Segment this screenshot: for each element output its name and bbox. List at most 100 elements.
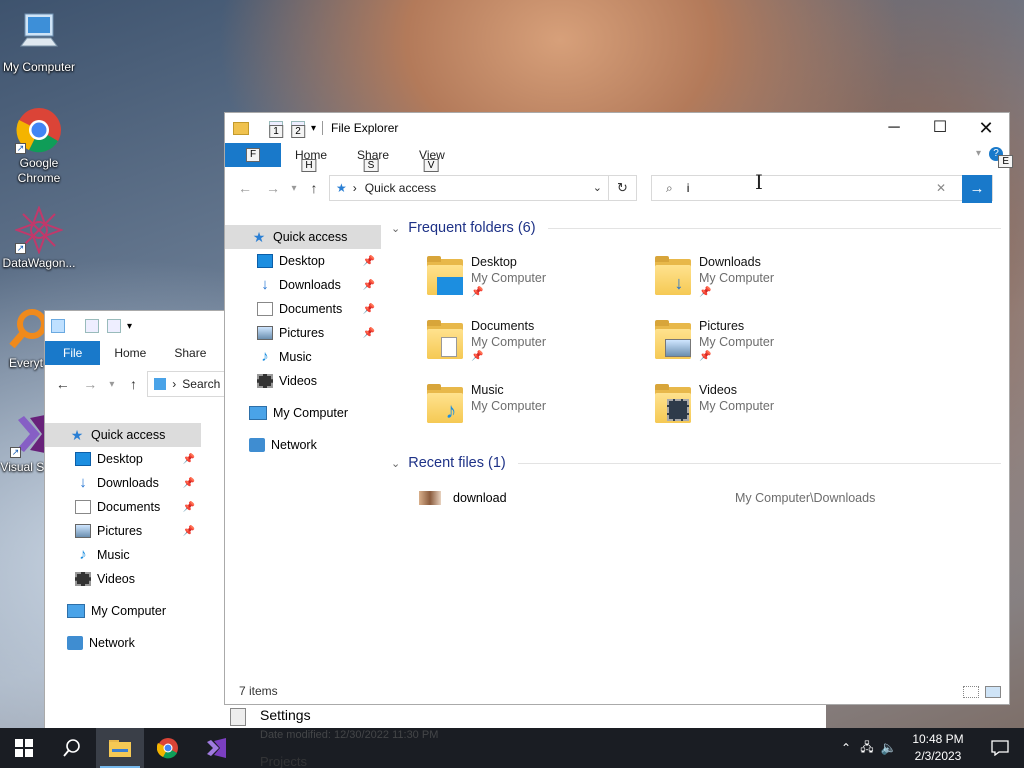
folder-tile-documents[interactable]: Documents My Computer 📌 [425,319,651,375]
nav-downloads[interactable]: ↓ Downloads 📌 [225,273,381,297]
nav-downloads[interactable]: ↓ Downloads 📌 [45,471,201,495]
address-bar[interactable]: ★ › Quick access ⌄ [329,175,609,201]
maximize-button[interactable]: ☐ [917,113,963,143]
frequent-folders-header[interactable]: ⌄ Frequent folders (6) [391,220,1001,236]
search-input[interactable]: i [687,181,690,195]
downloads-icon: ↓ [261,276,269,293]
expand-ribbon-chevron-icon[interactable]: ▾ [976,148,981,159]
recent-file-row[interactable]: download My Computer\Downloads [419,489,989,509]
nav-my-computer[interactable]: My Computer [225,401,381,425]
background-explorer-window[interactable]: ▾ File Home Share ← → ▾ ↑ › Search ★ Qui… [44,310,227,730]
up-arrow-icon[interactable]: ↑ [120,376,148,392]
nav-quick-access[interactable]: ★ Quick access [225,225,381,249]
desktop-icon-google-chrome[interactable]: ↗ Google Chrome [1,106,77,186]
folder-location: My Computer [471,271,547,285]
pin-icon[interactable]: 📌 [363,304,375,315]
section-divider [517,462,1001,464]
nav-pictures[interactable]: Pictures 📌 [45,519,201,543]
taskbar-chrome[interactable] [144,728,192,768]
customize-qat-chevron-icon[interactable]: ▾ [311,123,316,134]
tab-file[interactable]: File [45,341,101,365]
volume-icon[interactable]: 🔈 [878,740,900,756]
pin-icon[interactable]: 📌 [363,280,375,291]
recent-files-header[interactable]: ⌄ Recent files (1) [391,455,1001,471]
chevron-down-icon[interactable]: ⌄ [391,222,400,235]
up-arrow-icon[interactable]: ↑ [301,180,327,196]
tab-view[interactable]: View V [389,143,445,172]
desktop-icon-my-computer[interactable]: My Computer [1,10,77,75]
settings-title: Settings [260,707,311,723]
pin-icon[interactable]: 📌 [183,478,195,489]
ribbon-tabs: File Home Share [45,341,226,365]
show-hidden-icons-chevron-icon[interactable]: ⌃ [836,741,856,755]
nav-pictures[interactable]: Pictures 📌 [225,321,381,345]
new-folder-icon[interactable] [107,319,121,333]
chevron-down-icon[interactable]: ⌄ [391,457,400,470]
address-bar[interactable]: › Search [147,371,227,397]
folder-tile-pictures[interactable]: Pictures My Computer 📌 [653,319,879,375]
search-box[interactable]: ⌕ i ✕ → [651,175,993,203]
folder-tile-videos[interactable]: Videos My Computer [653,383,879,439]
nav-videos[interactable]: Videos [45,567,201,591]
folder-tile-downloads[interactable]: ↓ Downloads My Computer 📌 [653,255,879,311]
nav-network[interactable]: Network [225,433,381,457]
nav-music[interactable]: ♪ Music [45,543,201,567]
folder-tile-music[interactable]: ♪ Music My Computer [425,383,651,439]
folder-tile-desktop[interactable]: Desktop My Computer 📌 [425,255,651,311]
forward-arrow-icon[interactable]: → [259,180,287,196]
pin-icon[interactable]: 📌 [183,454,195,465]
tab-home[interactable]: Home H [281,143,327,172]
title-bar[interactable]: ▾ [45,311,226,341]
close-button[interactable]: ✕ [963,113,1009,143]
folder-name: Desktop [471,255,517,269]
recent-locations-chevron-icon[interactable]: ▾ [104,379,120,390]
properties-icon[interactable]: 1 [269,121,283,138]
settings-item-overlay[interactable]: Settings [226,704,826,728]
title-bar[interactable]: 1 2 ▾ File Explorer ─ ☐ ✕ [225,113,1009,143]
properties-icon[interactable] [85,319,99,333]
file-explorer-window[interactable]: 1 2 ▾ File Explorer ─ ☐ ✕ F Home H Share… [224,112,1013,705]
back-arrow-icon[interactable]: ← [231,180,259,196]
recent-locations-chevron-icon[interactable]: ▾ [287,183,301,194]
taskbar-file-explorer[interactable] [96,728,144,768]
forward-arrow-icon[interactable]: → [77,376,105,392]
nav-documents[interactable]: Documents 📌 [45,495,201,519]
taskbar-visual-studio[interactable] [192,728,240,768]
nav-network[interactable]: Network [45,631,201,655]
pin-icon[interactable]: 📌 [183,502,195,513]
nav-desktop[interactable]: Desktop 📌 [225,249,381,273]
section-divider [547,227,1001,229]
clear-search-icon[interactable]: ✕ [936,181,946,195]
breadcrumb-chevron-icon[interactable]: › [353,181,357,195]
details-view-icon[interactable] [963,686,979,698]
folder-name: Documents [471,319,535,333]
clock[interactable]: 10:48 PM 2/3/2023 [906,731,970,765]
nav-label: Documents [279,302,343,316]
nav-quick-access[interactable]: ★ Quick access [45,423,201,447]
search-go-button[interactable]: → [962,175,992,203]
nav-my-computer[interactable]: My Computer [45,599,201,623]
tab-share[interactable]: Share [160,341,220,365]
address-history-chevron-icon[interactable]: ⌄ [593,181,602,194]
desktop-icon-datawagon[interactable]: ↗ DataWagon... [1,205,77,271]
nav-documents[interactable]: Documents 📌 [225,297,381,321]
nav-music[interactable]: ♪ Music [225,345,381,369]
tab-home[interactable]: Home [100,341,160,365]
search-taskbar-button[interactable] [48,728,96,768]
start-button[interactable] [0,728,48,768]
network-tray-icon[interactable]: 🖧 [856,738,878,759]
nav-desktop[interactable]: Desktop 📌 [45,447,201,471]
chevron-down-icon[interactable]: ▾ [127,321,132,332]
new-folder-icon[interactable]: 2 [291,121,305,138]
minimize-button[interactable]: ─ [871,113,917,143]
back-arrow-icon[interactable]: ← [49,376,77,392]
pin-icon[interactable]: 📌 [183,526,195,537]
large-icons-view-icon[interactable] [985,686,1001,698]
pin-icon[interactable]: 📌 [363,256,375,267]
pin-icon[interactable]: 📌 [363,328,375,339]
refresh-button[interactable]: ↻ [609,175,637,201]
notifications-button[interactable] [976,728,1024,768]
tab-share[interactable]: Share S [327,143,389,172]
tab-file[interactable]: F [225,143,281,167]
nav-videos[interactable]: Videos [225,369,381,393]
